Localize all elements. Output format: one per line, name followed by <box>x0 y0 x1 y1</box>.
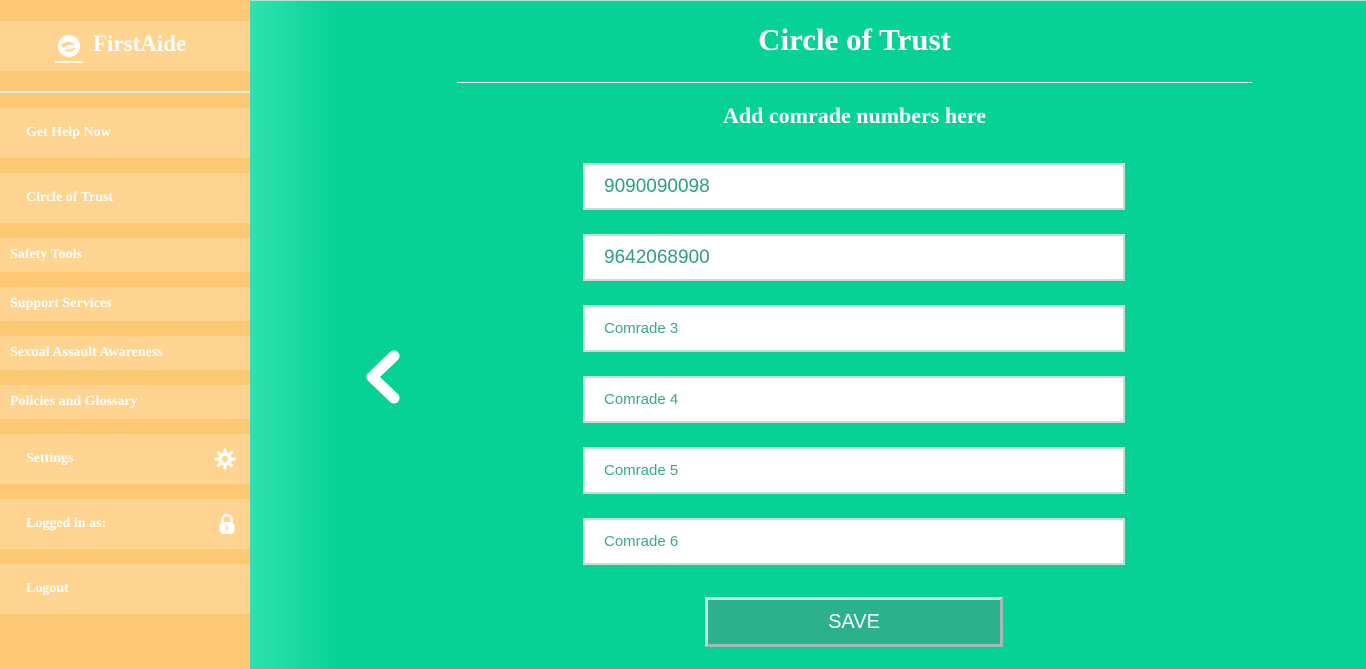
gear-icon <box>214 448 236 470</box>
sidebar-item-label: Get Help Now <box>26 125 111 140</box>
sidebar-item-label: Settings <box>26 451 74 466</box>
page-subtitle: Add comrade numbers here <box>723 103 986 128</box>
sidebar-item-label: Sexual Assault Awareness <box>10 345 163 360</box>
sidebar-item-sexual-assault-awareness[interactable]: Sexual Assault Awareness <box>0 336 250 370</box>
save-button[interactable]: SAVE <box>705 597 1003 647</box>
sidebar-item-label: Support Services <box>10 296 112 311</box>
lock-icon <box>219 513 235 534</box>
sidebar-item-circle-of-trust[interactable]: Circle of Trust <box>0 173 250 223</box>
sidebar-item-policies-and-glossary[interactable]: Policies and Glossary <box>0 385 250 419</box>
sidebar-shadow <box>250 0 340 669</box>
comrade-3-field[interactable] <box>583 305 1125 352</box>
sidebar-item-label: Logged in as: <box>26 516 107 531</box>
sidebar-item-label: Safety Tools <box>10 247 82 262</box>
chevron-left-icon[interactable] <box>362 350 404 404</box>
sidebar-item-support-services[interactable]: Support Services <box>0 287 250 321</box>
brand-header[interactable]: FirstAide <box>0 21 250 71</box>
comrade-1-field[interactable] <box>583 163 1125 210</box>
sidebar-item-get-help-now[interactable]: Get Help Now <box>0 108 250 158</box>
sidebar-item-label: Logout <box>26 581 69 596</box>
page-title: Circle of Trust <box>758 22 951 57</box>
sidebar-divider <box>0 91 250 93</box>
sidebar: FirstAide Get Help Now Circle of Trust S… <box>0 0 250 669</box>
comrade-4-field[interactable] <box>583 376 1125 423</box>
sidebar-item-label: Policies and Glossary <box>10 394 138 409</box>
sidebar-item-logged-in-as[interactable]: Logged in as: <box>0 499 250 549</box>
title-divider <box>457 82 1252 83</box>
sidebar-item-logout[interactable]: Logout <box>0 564 250 614</box>
sidebar-item-settings[interactable]: Settings <box>0 434 250 484</box>
top-border <box>250 0 1366 1</box>
sidebar-item-label: Circle of Trust <box>26 190 114 205</box>
firstaide-logo-icon <box>55 35 83 63</box>
sidebar-item-safety-tools[interactable]: Safety Tools <box>0 238 250 272</box>
comrade-5-field[interactable] <box>583 447 1125 494</box>
brand-name: FirstAide <box>93 31 187 56</box>
comrade-6-field[interactable] <box>583 518 1125 565</box>
comrade-2-field[interactable] <box>583 234 1125 281</box>
